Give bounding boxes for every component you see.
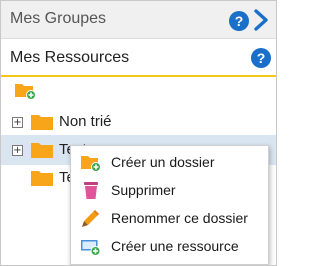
menu-item-label: Créer une ressource bbox=[111, 238, 239, 254]
pencil-icon bbox=[82, 210, 99, 227]
menu-item-create-folder[interactable]: Créer un dossier bbox=[71, 148, 268, 176]
resource-panel: Mes Groupes ? Mes Ressources ? + Non tri… bbox=[0, 0, 277, 266]
trash-icon bbox=[84, 182, 98, 199]
tree-node-non-trie[interactable]: + Non trié bbox=[1, 107, 276, 137]
tree-node-label: Non trié bbox=[59, 113, 112, 130]
context-menu: Créer un dossier Supprimer Renommer ce d… bbox=[70, 145, 269, 265]
resources-help-icon[interactable]: ? bbox=[251, 48, 271, 68]
menu-item-label: Supprimer bbox=[111, 182, 176, 198]
groups-help-icon[interactable]: ? bbox=[229, 11, 249, 31]
resources-title: Mes Ressources bbox=[10, 49, 130, 66]
resources-toolbar bbox=[1, 77, 276, 105]
expand-icon[interactable]: + bbox=[12, 117, 23, 128]
menu-item-label: Renommer ce dossier bbox=[111, 210, 248, 226]
folder-add-icon bbox=[81, 156, 101, 172]
folder-icon bbox=[31, 171, 53, 186]
expand-icon[interactable]: + bbox=[12, 145, 23, 156]
folder-add-icon[interactable] bbox=[14, 81, 36, 99]
menu-item-create-resource[interactable]: Créer une ressource bbox=[71, 232, 268, 260]
menu-item-delete[interactable]: Supprimer bbox=[71, 176, 268, 204]
folder-icon bbox=[31, 115, 53, 130]
groups-title: Mes Groupes bbox=[10, 10, 107, 27]
resources-header: Mes Ressources bbox=[1, 39, 276, 77]
menu-item-label: Créer un dossier bbox=[111, 154, 215, 170]
chevron-right-icon[interactable] bbox=[251, 9, 271, 31]
folder-icon bbox=[31, 143, 53, 158]
menu-item-rename[interactable]: Renommer ce dossier bbox=[71, 204, 268, 232]
resource-add-icon bbox=[81, 240, 101, 256]
